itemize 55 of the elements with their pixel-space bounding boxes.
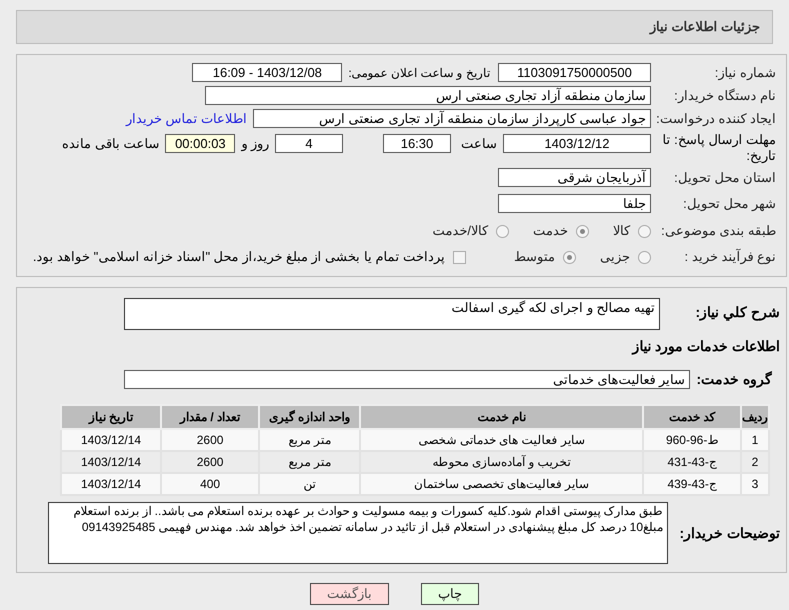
checkbox[interactable]	[453, 250, 466, 264]
field-label: نام دستگاه خریدار:	[673, 86, 776, 106]
field-label: طبقه بندی موضوعی:	[660, 222, 776, 240]
column-header: نام خدمت	[360, 405, 644, 429]
radio-label: خدمت	[533, 222, 568, 240]
print-button[interactable]: چاپ	[421, 583, 479, 605]
table-cell: 400	[161, 473, 260, 495]
field-value: 1403/12/12	[503, 134, 651, 154]
back-button[interactable]: بازگشت	[310, 583, 389, 605]
column-header: واحد اندازه گیری	[259, 405, 360, 429]
field-value: 1403/12/08 - 16:09	[192, 63, 342, 82]
field-value: 4	[275, 134, 343, 154]
field-value: سازمان منطقه آزاد تجاری صنعتی ارس	[205, 86, 651, 105]
table-cell: تن	[259, 473, 360, 495]
field-value: جواد عباسی کارپرداز سازمان منطقه آزاد تجاری صنعتی ارس	[253, 109, 651, 128]
field-value: 00:00:03	[165, 134, 236, 154]
field-label: توضیحات خریدار:	[678, 524, 780, 544]
field-label: ایجاد کننده درخواست:	[655, 110, 776, 128]
radio-label: کالا	[613, 222, 630, 240]
column-header: کد خدمت	[643, 405, 741, 429]
summary-field[interactable]: تهیه مصالح و اجرای لکه گیری اسفالت	[124, 298, 660, 330]
field-value: جلفا	[498, 194, 651, 213]
radio-button[interactable]	[638, 250, 651, 264]
field-label: روز و	[241, 135, 269, 154]
page-title: جزئیات اطلاعات نیاز	[650, 18, 760, 36]
payment-note: پرداخت تمام یا بخشی از مبلغ خرید،از محل "اسناد خزانه اسلامی" خواهد بود.	[32, 248, 445, 266]
radio-label: متوسط	[514, 248, 555, 266]
column-header: ردیف	[741, 405, 769, 429]
table-cell: سایر فعالیت‌های تخصصی ساختمان	[360, 473, 644, 495]
field-label: شرح کلي نياز:	[694, 303, 780, 323]
field-label: نوع فرآیند خرید :	[684, 248, 776, 266]
buyer-notes-field[interactable]: طبق مدارک پیوستی اقدام شود.کلیه کسورات و بیمه مسولیت و حوادث بر عهده برنده استعلام می باشد.. از برنده استعلام مبلغ10 درصد کل مبلغ پیشنهادی در استعلام قبل از تائید در سامانه تضمین اخذ خواهد شد. مهندس فهیمی 09143925485	[48, 502, 668, 564]
radio-label: جزیی	[600, 248, 630, 266]
field-value: سایر فعالیت‌های خدماتی	[124, 370, 690, 389]
buyer-contact-link[interactable]: اطلاعات تماس خریدار	[126, 108, 247, 128]
field-label: شهر محل تحویل:	[682, 194, 776, 214]
field-label: مهلت ارسال پاسخ: تا تاریخ:	[662, 132, 776, 164]
table-cell: 3	[741, 473, 769, 495]
field-value: آذربایجان شرقی	[498, 168, 651, 187]
field-label: ساعت باقی مانده	[62, 135, 160, 153]
field-value: 16:30	[383, 134, 451, 154]
radio-button[interactable]	[496, 224, 509, 238]
field-label: گروه خدمت:	[696, 370, 772, 390]
section-title: اطلاعات خدمات مورد نیاز	[630, 337, 780, 357]
table-cell: 1403/12/14	[61, 473, 162, 495]
field-label: شماره نیاز:	[714, 64, 776, 82]
radio-button[interactable]	[563, 250, 576, 264]
radio-button[interactable]	[576, 224, 589, 238]
field-value: 1103091750000500	[498, 63, 651, 82]
field-label: تاریخ و ساعت اعلان عمومی:	[348, 64, 490, 82]
radio-label: کالا/خدمت	[432, 222, 488, 240]
field-label: ساعت	[460, 135, 497, 153]
field-label: استان محل تحویل:	[673, 168, 776, 188]
table-cell: ج-43-439	[643, 473, 741, 495]
radio-button[interactable]	[638, 224, 651, 238]
